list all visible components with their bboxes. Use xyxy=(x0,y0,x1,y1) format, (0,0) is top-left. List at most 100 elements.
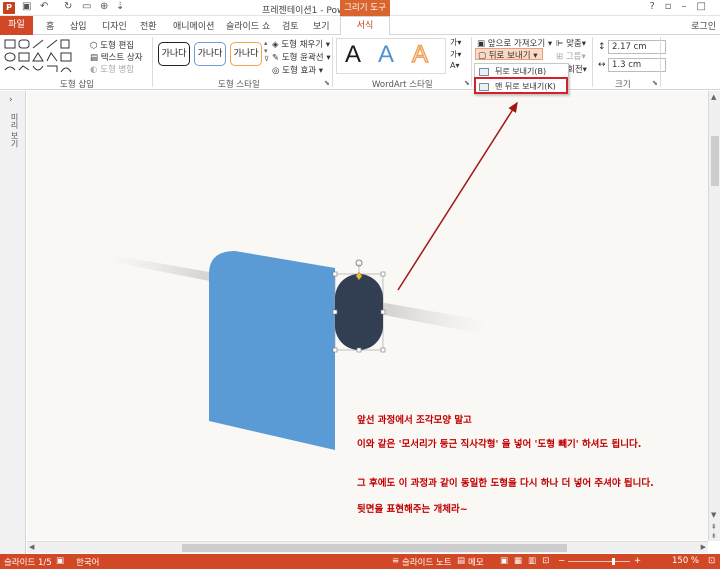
tab-design[interactable]: 디자인 xyxy=(102,19,127,32)
shape-style-3[interactable]: 가나다 xyxy=(230,42,262,66)
send-backward-label-wrap: ▢ 뒤로 보내기 ▾ xyxy=(478,51,538,61)
send-backward-icon xyxy=(479,68,489,76)
tab-animations[interactable]: 애니메이션 xyxy=(173,19,214,32)
tab-format[interactable]: 서식 xyxy=(340,16,390,36)
previous-slide-icon[interactable]: ⇞ xyxy=(711,523,717,531)
shapes-gallery[interactable] xyxy=(3,38,83,76)
notes-button[interactable]: 슬라이드 노트 xyxy=(402,556,452,568)
shape-styles-group-label: 도형 스타일 xyxy=(218,80,260,90)
language-indicator[interactable]: 한국어 xyxy=(76,556,99,568)
shape-outline-label: 도형 윤곽선 xyxy=(281,53,324,63)
comments-button[interactable]: 메모 xyxy=(468,556,484,568)
spellcheck-icon[interactable]: ▣ xyxy=(56,556,64,566)
size-launcher-icon[interactable]: ⬊ xyxy=(652,79,658,87)
tab-home[interactable]: 홈 xyxy=(46,19,54,32)
zoom-slider-thumb[interactable] xyxy=(612,558,615,565)
align-button[interactable]: ⊫ 맞춤▾ xyxy=(556,37,586,49)
height-icon: ↕ xyxy=(598,42,606,52)
shape-style-1[interactable]: 가나다 xyxy=(158,42,190,66)
editing-canvas: 앞선 과정에서 조각모양 말고 이와 같은 '모서리가 둥근 직사각형' 을 넣… xyxy=(27,91,708,540)
comments-icon[interactable]: ▤ xyxy=(457,556,465,566)
zoom-level[interactable]: 150 % xyxy=(672,556,699,566)
text-effects-icon[interactable]: A▾ xyxy=(450,61,460,70)
separator xyxy=(471,37,472,87)
undo-icon[interactable]: ↶ xyxy=(40,1,48,12)
expand-pane-icon[interactable]: › xyxy=(9,95,13,105)
width-icon: ↔ xyxy=(598,60,606,70)
tab-transitions[interactable]: 전환 xyxy=(140,19,157,32)
shape-height-input[interactable]: 2.17 cm xyxy=(608,40,666,54)
annotation-arrow xyxy=(397,101,518,291)
slide-text-line-4[interactable]: 뒷면을 표현해주는 개체라~ xyxy=(357,501,468,515)
group-label: 그룹 xyxy=(565,52,582,62)
tab-view[interactable]: 보기 xyxy=(313,19,330,32)
send-backward-button[interactable]: ▢ 뒤로 보내기 ▾ xyxy=(475,48,543,61)
wordart-group-label: WordArt 스타일 xyxy=(372,80,433,90)
slide-text-line-3[interactable]: 그 후에도 이 과정과 같이 동일한 도형을 다시 하나 더 넣어 주셔야 됩니… xyxy=(357,475,654,489)
blue-shape[interactable] xyxy=(209,251,335,450)
save-icon[interactable]: ▣ xyxy=(22,1,31,12)
menu-item-send-backward-label: 뒤로 보내기(B) xyxy=(495,67,547,76)
ribbon: ⬡ 도형 편집 ▤ 텍스트 상자 ◐ 도형 병합 도형 삽입 가나다 가나다 가… xyxy=(0,35,720,90)
start-from-beginning-icon[interactable]: ▭ xyxy=(82,1,91,12)
shape-outline-button[interactable]: ✎ 도형 윤곽선 ▾ xyxy=(272,51,331,63)
scroll-left-icon[interactable]: ◀ xyxy=(29,543,34,551)
size-group-label: 크기 xyxy=(615,80,631,90)
shape-effects-button[interactable]: ◎ 도형 효과 ▾ xyxy=(272,64,323,76)
style-gallery-scroll[interactable]: ▴ ▾ ⊽ xyxy=(264,39,269,63)
notes-icon[interactable]: ≡ xyxy=(392,556,399,566)
thumbnails-label: 미리 보기 xyxy=(10,113,19,148)
status-bar: 슬라이드 1/5 ▣ 한국어 ≡ 슬라이드 노트 ▤ 메모 ▣▦▥⊡ − + 1… xyxy=(0,554,720,569)
zoom-in-icon[interactable]: + xyxy=(634,556,641,566)
zoom-slider[interactable] xyxy=(568,561,630,562)
wordart-style-blue[interactable]: A xyxy=(378,41,394,69)
merge-shapes-button[interactable]: ◐ 도형 병합 xyxy=(90,63,134,75)
send-backward-label: 뒤로 보내기 xyxy=(488,51,531,61)
wordart-style-black[interactable]: A xyxy=(345,41,361,69)
text-box-button[interactable]: ▤ 텍스트 상자 xyxy=(90,51,143,63)
shape-style-2[interactable]: 가나다 xyxy=(194,42,226,66)
redo-icon[interactable]: ↻ xyxy=(64,1,72,12)
next-slide-icon[interactable]: ⇟ xyxy=(711,532,717,540)
fit-to-window-icon[interactable]: ⊡ xyxy=(708,556,715,566)
vertical-scrollbar[interactable]: ▲ ▼ ⇞ ⇟ xyxy=(708,91,720,541)
vertical-scroll-thumb[interactable] xyxy=(711,136,719,186)
tab-review[interactable]: 검토 xyxy=(282,19,299,32)
horizontal-scroll-thumb[interactable] xyxy=(182,544,567,552)
shape-effects-label: 도형 효과 xyxy=(282,66,317,76)
align-label: 맞춤 xyxy=(566,39,582,49)
rotate-button[interactable]: 회전▾ xyxy=(567,63,587,75)
text-outline-icon[interactable]: 가▾ xyxy=(450,49,461,60)
view-buttons[interactable]: ▣▦▥⊡ xyxy=(500,556,555,566)
scroll-up-icon[interactable]: ▲ xyxy=(711,93,716,101)
login-link[interactable]: 로그인 xyxy=(691,19,716,32)
slide[interactable]: 앞선 과정에서 조각모양 말고 이와 같은 '모서리가 둥근 직사각형' 을 넣… xyxy=(27,91,708,540)
slide-indicator: 슬라이드 1/5 xyxy=(4,558,52,568)
customize-quick-access-icon[interactable]: ⊕ xyxy=(100,1,108,12)
shape-width-input[interactable]: 1.3 cm xyxy=(608,58,666,72)
more-icon[interactable]: ⇣ xyxy=(116,1,124,12)
tab-slideshow[interactable]: 슬라이드 쇼 xyxy=(226,19,270,32)
shape-styles-launcher-icon[interactable]: ⬊ xyxy=(324,79,330,87)
text-box-label: 텍스트 상자 xyxy=(100,53,143,63)
slide-text-line-2[interactable]: 이와 같은 '모서리가 둥근 직사각형' 을 넣어 '도형 빼기' 하셔도 됩니… xyxy=(357,436,641,450)
slide-text-line-1[interactable]: 앞선 과정에서 조각모양 말고 xyxy=(357,412,472,426)
drawing-tools-context-header: 그리기 도구 xyxy=(340,0,390,16)
scroll-down-icon[interactable]: ▼ xyxy=(711,511,716,519)
insert-shapes-group-label: 도형 삽입 xyxy=(60,80,94,90)
shape-fill-button[interactable]: ◈ 도형 채우기 ▾ xyxy=(272,38,330,50)
horizontal-scrollbar[interactable]: ◀ ▶ xyxy=(27,541,708,553)
group-button[interactable]: ⊞ 그룹▾ xyxy=(556,50,586,62)
tab-insert[interactable]: 삽입 xyxy=(70,19,87,32)
separator xyxy=(332,37,333,87)
window-controls[interactable]: ?▫–□ xyxy=(649,1,716,12)
dark-capsule-shape[interactable] xyxy=(335,274,383,350)
edit-shape-button[interactable]: ⬡ 도형 편집 xyxy=(90,39,134,51)
zoom-out-icon[interactable]: − xyxy=(558,556,565,566)
scroll-right-icon[interactable]: ▶ xyxy=(701,543,706,551)
wordart-style-orange-outline[interactable]: A xyxy=(411,40,429,69)
wordart-launcher-icon[interactable]: ⬊ xyxy=(464,79,470,87)
tab-file[interactable]: 파일 xyxy=(0,16,33,35)
text-fill-icon[interactable]: 가▾ xyxy=(450,37,461,48)
powerpoint-icon: P xyxy=(3,2,15,14)
